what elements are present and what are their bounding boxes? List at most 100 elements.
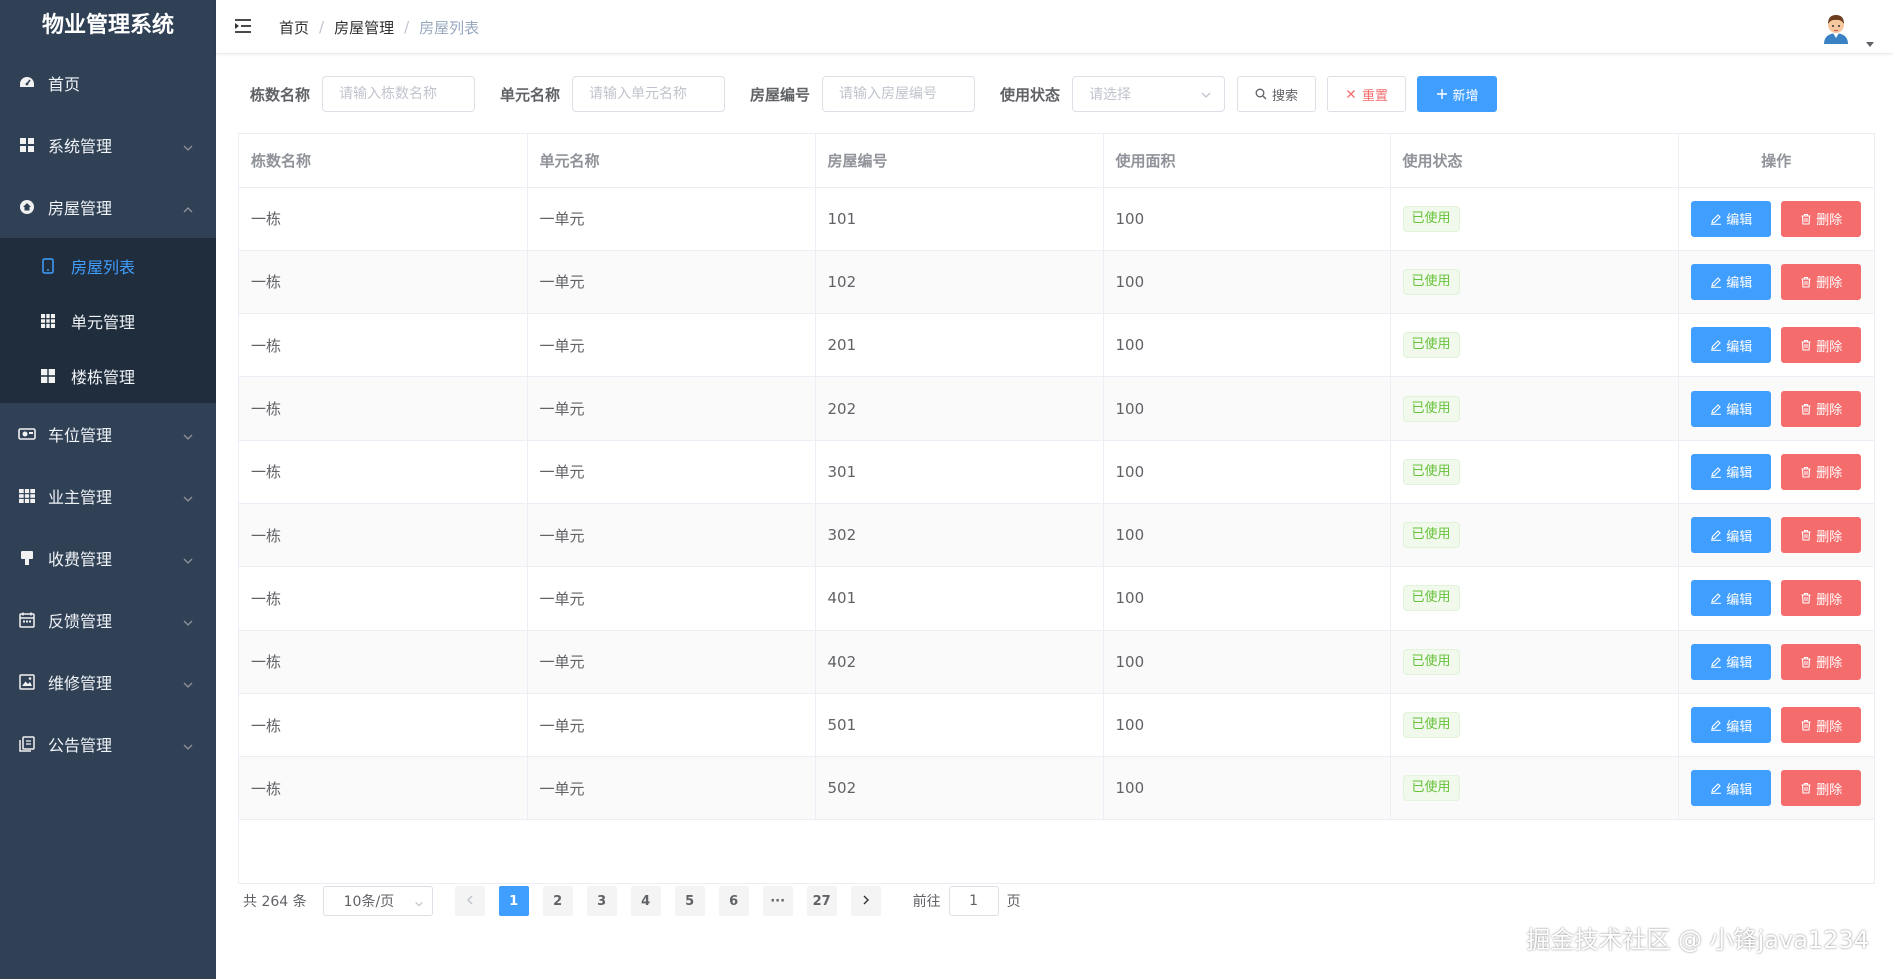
edit-button[interactable]: 编辑 (1691, 770, 1772, 807)
sidebar-item-label: 反馈管理 (48, 612, 113, 631)
menu-fold-icon[interactable] (234, 16, 254, 36)
delete-button[interactable]: 删除 (1781, 643, 1862, 680)
edit-button[interactable]: 编辑 (1691, 453, 1772, 490)
edit-button[interactable]: 编辑 (1691, 390, 1772, 427)
page-jumper: 前往 页 (913, 886, 1021, 916)
prev-page-button[interactable] (454, 886, 485, 916)
delete-icon (1800, 276, 1812, 288)
delete-button-label: 删除 (1816, 276, 1843, 292)
edit-button[interactable]: 编辑 (1691, 707, 1772, 744)
add-button[interactable]: 新增 (1417, 76, 1498, 112)
page-number-button[interactable]: 6 (718, 886, 749, 916)
edit-button[interactable]: 编辑 (1691, 643, 1772, 680)
sidebar-item-building-manage[interactable]: 楼栋管理 (0, 348, 216, 403)
form-item-unit: 单元名称 (500, 76, 726, 112)
page-size-value: 10条/页 (343, 894, 395, 910)
edit-button[interactable]: 编辑 (1691, 263, 1772, 300)
goto-page-input[interactable] (948, 886, 999, 916)
delete-button-label: 删除 (1816, 339, 1843, 355)
sidebar-item-charges[interactable]: 收费管理 (0, 527, 216, 589)
page-number-button[interactable]: 27 (806, 886, 837, 916)
delete-button-label: 删除 (1816, 213, 1843, 229)
sidebar-item-feedback[interactable]: 反馈管理 (0, 589, 216, 651)
cell-status: 已使用 (1390, 566, 1679, 631)
chevron-down-icon (1200, 89, 1212, 101)
delete-button[interactable]: 删除 (1781, 327, 1862, 364)
delete-button[interactable]: 删除 (1781, 263, 1862, 300)
delete-icon (1800, 719, 1812, 731)
edit-button[interactable]: 编辑 (1691, 327, 1772, 364)
sidebar-item-parking[interactable]: 车位管理 (0, 403, 216, 465)
sidebar-item-system[interactable]: 系统管理 (0, 114, 216, 176)
form-item-building: 栋数名称 (250, 76, 476, 112)
unit-name-input[interactable] (572, 76, 726, 112)
search-button[interactable]: 搜索 (1237, 76, 1317, 112)
edit-button[interactable]: 编辑 (1691, 200, 1772, 237)
delete-button[interactable]: 删除 (1781, 707, 1862, 744)
watermark: 掘金技术社区 @ 小锋java1234 (1526, 926, 1869, 954)
avatar[interactable] (1819, 10, 1853, 44)
building-name-input[interactable] (322, 76, 476, 112)
sidebar-item-home[interactable]: 首页 (0, 52, 216, 114)
cell-area: 100 (1103, 756, 1391, 821)
sidebar-item-owner[interactable]: 业主管理 (0, 465, 216, 527)
reset-button-label: 重置 (1362, 88, 1389, 104)
delete-icon (1800, 782, 1812, 794)
page-number-button[interactable]: 4 (630, 886, 661, 916)
picture-icon (18, 673, 36, 691)
delete-button[interactable]: 删除 (1781, 580, 1862, 617)
phone-icon (40, 257, 56, 274)
delete-button[interactable]: 删除 (1781, 770, 1862, 807)
breadcrumb-house-manage[interactable]: 房屋管理 (334, 17, 394, 38)
next-page-button[interactable] (850, 886, 881, 916)
page-ellipsis[interactable]: ··· (762, 886, 793, 916)
delete-button[interactable]: 删除 (1781, 390, 1862, 427)
cell-area: 100 (1103, 250, 1391, 315)
sidebar-item-unit-manage[interactable]: 单元管理 (0, 293, 216, 348)
sidebar-item-label: 业主管理 (48, 488, 113, 507)
unit-label: 单元名称 (500, 85, 561, 104)
status-label: 使用状态 (1000, 85, 1061, 104)
delete-button[interactable]: 删除 (1781, 453, 1862, 490)
breadcrumb-home[interactable]: 首页 (279, 17, 309, 38)
status-select[interactable]: 请选择 (1072, 76, 1226, 112)
table-icon (18, 487, 36, 505)
delete-icon (1800, 466, 1812, 478)
caret-down-icon[interactable] (1865, 34, 1875, 47)
sidebar-item-house[interactable]: 房屋管理 (0, 176, 216, 238)
cell-area: 100 (1103, 503, 1391, 568)
sidebar-item-house-list[interactable]: 房屋列表 (0, 238, 216, 293)
page-number-button[interactable]: 5 (674, 886, 705, 916)
car-icon (18, 425, 36, 443)
delete-button[interactable]: 删除 (1781, 517, 1862, 554)
breadcrumb-current: 房屋列表 (419, 18, 480, 37)
sidebar-item-label: 系统管理 (48, 137, 113, 156)
table-row: 一栋 一单元 202 100 已使用 编辑 删除 (239, 376, 1874, 441)
edit-button-label: 编辑 (1726, 529, 1753, 545)
cell-house: 101 (815, 187, 1104, 251)
edit-button[interactable]: 编辑 (1691, 517, 1772, 554)
cell-house: 402 (815, 630, 1104, 694)
cell-area: 100 (1103, 187, 1391, 251)
cell-status: 已使用 (1390, 503, 1679, 568)
edit-icon (1710, 782, 1722, 795)
house-table: 栋数名称 单元名称 房屋编号 使用面积 使用状态 操作 一栋 一单元 101 100 已… (238, 133, 1875, 884)
cell-house: 201 (815, 313, 1104, 378)
page-number-button[interactable]: 2 (542, 886, 573, 916)
status-badge: 已使用 (1402, 775, 1460, 802)
sidebar-item-notice[interactable]: 公告管理 (0, 713, 216, 775)
reset-button[interactable]: 重置 (1327, 76, 1407, 112)
sidebar: 物业管理系统 首页 系统管理 房屋管理 房屋列表 单元管理 楼栋管理 车位管理 … (0, 0, 216, 979)
edit-button-label: 编辑 (1726, 403, 1753, 419)
page-number-button[interactable]: 1 (498, 886, 529, 916)
delete-button-label: 删除 (1816, 403, 1843, 419)
sidebar-item-repair[interactable]: 维修管理 (0, 651, 216, 713)
page-number-button[interactable]: 3 (586, 886, 617, 916)
cell-building: 一栋 (239, 250, 528, 315)
delete-button[interactable]: 删除 (1781, 200, 1862, 237)
edit-button[interactable]: 编辑 (1691, 580, 1772, 617)
house-number-input[interactable] (822, 76, 976, 112)
cell-actions: 编辑 删除 (1678, 630, 1874, 694)
page-size-select[interactable]: 10条/页 (322, 886, 433, 916)
search-form: 栋数名称 单元名称 房屋编号 使用状态 请选择 搜索 重置 新增 (250, 75, 1498, 113)
